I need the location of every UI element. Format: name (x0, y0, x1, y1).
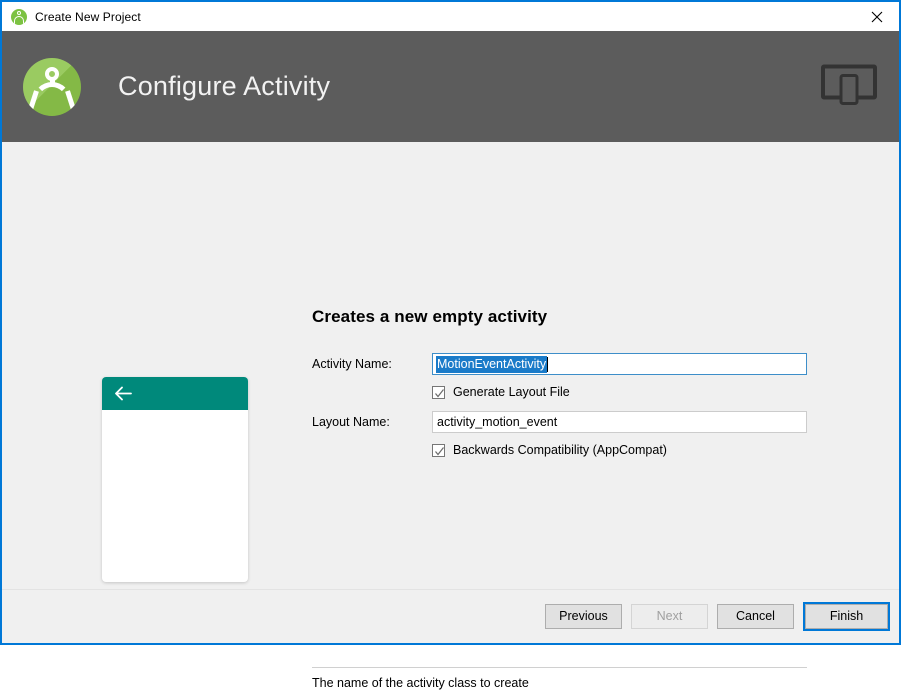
activity-config-form: Creates a new empty activity Activity Na… (312, 307, 807, 469)
dialog-body: Creates a new empty activity Activity Na… (2, 142, 899, 690)
previous-button[interactable]: Previous (545, 604, 622, 629)
layout-name-row: Layout Name: (312, 411, 807, 433)
window-title: Create New Project (35, 9, 141, 24)
finish-button-focus-ring: Finish (803, 602, 890, 631)
backwards-compat-label: Backwards Compatibility (AppCompat) (453, 443, 667, 457)
android-studio-icon (11, 8, 27, 25)
finish-button[interactable]: Finish (805, 604, 888, 629)
activity-name-value: MotionEventActivity (436, 355, 548, 373)
activity-name-row: Activity Name: MotionEventActivity (312, 353, 807, 375)
next-button: Next (631, 604, 708, 629)
close-button[interactable] (854, 2, 899, 31)
generate-layout-checkbox-row[interactable]: Generate Layout File (432, 385, 807, 399)
dialog-button-bar: Previous Next Cancel Finish (2, 589, 899, 643)
cancel-button[interactable]: Cancel (717, 604, 794, 629)
layout-name-input[interactable] (432, 411, 807, 433)
help-text: The name of the activity class to create (312, 676, 529, 690)
backwards-compat-checkbox-row[interactable]: Backwards Compatibility (AppCompat) (432, 443, 807, 457)
layout-name-label: Layout Name: (312, 415, 390, 429)
tablet-device-icon (821, 63, 877, 110)
preview-appbar (102, 377, 248, 410)
android-studio-logo (23, 57, 81, 116)
backwards-compat-checkbox[interactable] (432, 443, 445, 457)
close-icon (871, 11, 883, 23)
activity-preview (102, 377, 248, 582)
text-caret (547, 356, 549, 372)
create-new-project-dialog: Create New Project Configure Activity Cr… (0, 0, 901, 690)
generate-layout-label: Generate Layout File (453, 385, 570, 399)
generate-layout-checkbox[interactable] (432, 385, 445, 399)
title-bar: Create New Project (2, 0, 899, 31)
activity-name-label: Activity Name: (312, 357, 392, 371)
page-title: Configure Activity (118, 71, 331, 101)
dialog-header: Configure Activity (2, 31, 899, 142)
activity-name-input[interactable]: MotionEventActivity (432, 353, 807, 375)
arrow-back-icon (102, 386, 132, 401)
help-divider (312, 667, 807, 668)
form-heading: Creates a new empty activity (312, 307, 548, 326)
check-icon (435, 446, 444, 455)
check-icon (435, 388, 444, 397)
